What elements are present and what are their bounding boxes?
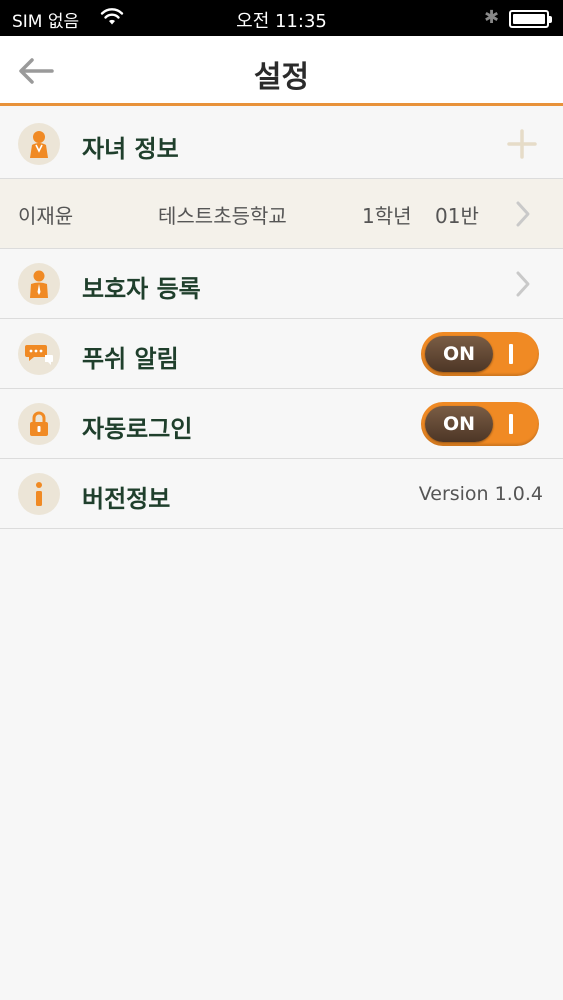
lock-icon [18, 403, 60, 445]
add-child-button[interactable] [505, 127, 539, 161]
push-notification-toggle[interactable]: ON [421, 332, 539, 376]
child-entry-row[interactable]: 이재윤 테스트초등학교 1학년 01반 [0, 179, 563, 249]
version-info-label: 버전정보 [82, 485, 171, 513]
info-icon [18, 473, 60, 515]
toggle-on-mark [509, 344, 513, 364]
child-grade: 1학년 [362, 204, 412, 228]
child-info-label: 자녀 정보 [82, 135, 179, 163]
guardian-register-row[interactable]: 보호자 등록 [0, 249, 563, 319]
bluetooth-icon: ✱ [484, 7, 500, 28]
child-school: 테스트초등학교 [158, 204, 287, 228]
version-value: Version 1.0.4 [418, 483, 543, 505]
auto-login-label: 자동로그인 [82, 415, 193, 443]
child-class: 01반 [435, 204, 479, 228]
auto-login-toggle[interactable]: ON [421, 402, 539, 446]
toggle-on-mark [509, 414, 513, 434]
toggle-knob: ON [425, 406, 493, 442]
version-info-row: 버전정보 Version 1.0.4 [0, 459, 563, 529]
guardian-register-label: 보호자 등록 [82, 275, 201, 303]
battery-icon [509, 10, 552, 28]
chevron-right-icon [512, 199, 534, 229]
toggle-knob: ON [425, 336, 493, 372]
child-name: 이재윤 [18, 204, 74, 228]
auto-login-row: 자동로그인 ON [0, 389, 563, 459]
child-icon [18, 123, 60, 165]
chat-bubble-icon [18, 333, 60, 375]
page-title: 설정 [253, 60, 310, 95]
clock: 오전 11:35 [236, 11, 327, 32]
push-notification-label: 푸쉬 알림 [82, 345, 179, 373]
chevron-right-icon [512, 269, 534, 299]
push-notification-row: 푸쉬 알림 ON [0, 319, 563, 389]
nav-bar: 설정 [0, 36, 563, 106]
guardian-icon [18, 263, 60, 305]
status-bar: SIM 없음 오전 11:35 ✱ [0, 0, 563, 36]
child-info-header: 자녀 정보 [0, 109, 563, 179]
